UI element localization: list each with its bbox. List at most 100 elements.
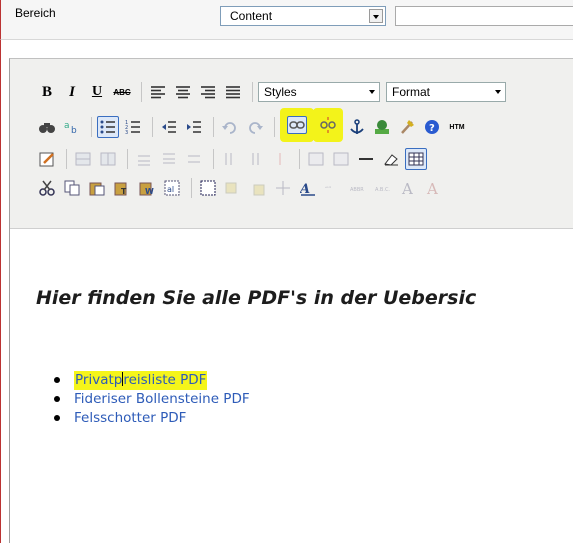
separator [66, 149, 67, 169]
html-source-button[interactable]: HTM [446, 116, 468, 138]
undo-icon[interactable] [219, 116, 241, 138]
bereich-select[interactable]: Content [220, 6, 386, 26]
separator [152, 117, 153, 137]
separator [127, 149, 128, 169]
link-text-after-caret: reisliste PDF [123, 372, 207, 388]
cut-icon[interactable] [36, 177, 58, 199]
edit-icon[interactable] [36, 148, 58, 170]
top-right-field[interactable] [395, 6, 573, 26]
outdent-icon[interactable] [158, 116, 180, 138]
bereich-select-value: Content [230, 9, 273, 23]
pdf-link[interactable]: Fideriser Bollensteine PDF [74, 391, 250, 407]
move-layer-icon[interactable] [247, 177, 269, 199]
separator [213, 117, 214, 137]
replace-icon[interactable]: ab [61, 116, 83, 138]
svg-text:ABBR: ABBR [350, 187, 364, 193]
align-justify-icon[interactable] [222, 81, 244, 103]
list-item[interactable]: Privatpreisliste PDF [54, 371, 250, 390]
editor-content[interactable]: Hier finden Sie alle PDF's in der Uebers… [10, 230, 573, 543]
separator [274, 117, 275, 137]
chevron-down-icon [495, 90, 501, 94]
image-icon[interactable] [371, 116, 393, 138]
svg-text:b: b [71, 126, 77, 135]
align-center-icon[interactable] [172, 81, 194, 103]
separator [141, 82, 142, 102]
numbered-list-icon[interactable]: 123 [122, 116, 144, 138]
toolbar-row-1: B I U ABC Styles Format [36, 79, 506, 105]
separator [213, 149, 214, 169]
cite-icon[interactable]: “” [322, 177, 344, 199]
horizontal-rule-icon[interactable] [355, 148, 377, 170]
acronym-icon[interactable]: A.B.C. [372, 177, 394, 199]
separator [299, 149, 300, 169]
svg-text:A: A [426, 180, 438, 196]
abbr-icon[interactable]: ABBR [347, 177, 369, 199]
merge-cells-icon[interactable] [330, 148, 352, 170]
content-heading: Hier finden Sie alle PDF's in der Uebers… [36, 287, 477, 309]
layer-icon[interactable] [222, 177, 244, 199]
absolute-position-icon[interactable] [272, 177, 294, 199]
redo-icon[interactable] [244, 116, 266, 138]
chevron-down-icon[interactable] [369, 9, 383, 23]
help-icon[interactable]: ? [421, 116, 443, 138]
table-row-props-icon[interactable] [72, 148, 94, 170]
toolbar-row-2: ab 123 ? HTM [36, 108, 471, 142]
insert-col-before-icon[interactable] [219, 148, 241, 170]
styles-dropdown[interactable]: Styles [258, 82, 380, 102]
bereich-row: Bereich Content [0, 0, 573, 40]
eraser-icon[interactable] [380, 148, 402, 170]
insert-link-icon[interactable] [280, 108, 314, 142]
delete-row-icon[interactable] [183, 148, 205, 170]
pdf-list: Privatpreisliste PDF Fideriser Bollenste… [54, 371, 250, 428]
cleanup-icon[interactable] [396, 116, 418, 138]
bullet-list-icon[interactable] [97, 116, 119, 138]
editor-toolbar: B I U ABC Styles Format a b 1 2 3 ? HTM … [10, 59, 573, 229]
find-icon[interactable] [36, 116, 58, 138]
svg-text:T: T [121, 187, 127, 196]
unlink-icon[interactable] [313, 108, 343, 142]
paste-word-icon[interactable]: W [136, 177, 158, 199]
table-icon[interactable] [405, 148, 427, 170]
svg-text:?: ? [429, 123, 435, 134]
paste-text-icon[interactable]: T [111, 177, 133, 199]
svg-text:al: al [167, 185, 174, 194]
svg-text:3: 3 [125, 130, 128, 134]
delete-col-icon[interactable] [269, 148, 291, 170]
link-text-before-caret: Privatp [75, 372, 123, 388]
separator [252, 82, 253, 102]
pdf-link[interactable]: Felsschotter PDF [74, 410, 186, 426]
insert-col-after-icon[interactable] [244, 148, 266, 170]
separator [91, 117, 92, 137]
paste-icon[interactable] [86, 177, 108, 199]
svg-text:W: W [145, 187, 154, 196]
strikethrough-button[interactable]: ABC [111, 81, 133, 103]
bereich-label: Bereich [15, 6, 56, 20]
indent-icon[interactable] [183, 116, 205, 138]
copy-icon[interactable] [61, 177, 83, 199]
visual-aid-icon[interactable] [197, 177, 219, 199]
styles-dropdown-label: Styles [264, 85, 297, 99]
bold-button[interactable]: B [36, 81, 58, 103]
anchor-icon[interactable] [346, 116, 368, 138]
align-left-icon[interactable] [147, 81, 169, 103]
insert-row-before-icon[interactable] [133, 148, 155, 170]
style-props-icon[interactable]: A [297, 177, 319, 199]
list-item[interactable]: Felsschotter PDF [54, 409, 250, 428]
svg-text:A: A [401, 180, 413, 196]
chevron-down-icon [369, 90, 375, 94]
align-right-icon[interactable] [197, 81, 219, 103]
highlighted-link[interactable]: Privatpreisliste PDF [74, 371, 208, 390]
underline-button[interactable]: U [86, 81, 108, 103]
select-all-icon[interactable]: al [161, 177, 183, 199]
list-item[interactable]: Fideriser Bollensteine PDF [54, 390, 250, 409]
svg-text:A: A [300, 182, 310, 196]
svg-text:A.B.C.: A.B.C. [375, 187, 390, 193]
split-cells-icon[interactable] [305, 148, 327, 170]
format-dropdown[interactable]: Format [386, 82, 506, 102]
insert-row-after-icon[interactable] [158, 148, 180, 170]
font-strike-icon[interactable]: A [422, 177, 444, 199]
italic-button[interactable]: I [61, 81, 83, 103]
font-color-icon[interactable]: A [397, 177, 419, 199]
table-cell-props-icon[interactable] [97, 148, 119, 170]
format-dropdown-label: Format [392, 85, 431, 99]
